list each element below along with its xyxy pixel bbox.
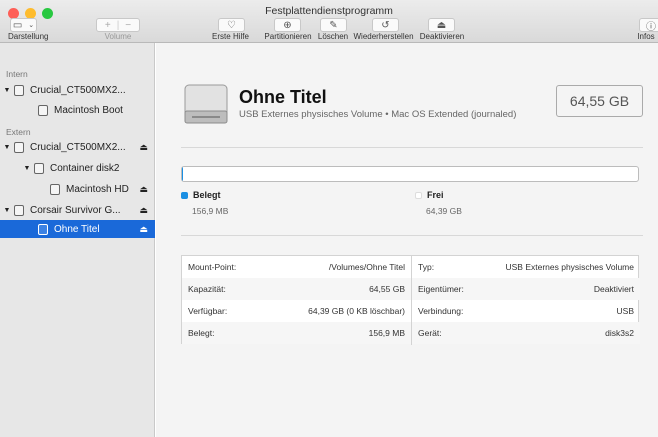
main-panel: Ohne Titel USB Externes physisches Volum… [156,43,658,437]
minus-icon: − [125,19,132,31]
title-bar: Festplattendienstprogramm ▭ ⌄ Darstellung… [0,0,658,43]
detail-label: Typ: [418,262,435,272]
deactivate-label: Deaktivieren [419,32,465,41]
sidebar-item-crucial-internal[interactable]: ▼ Crucial_CT500MX2... [0,81,155,99]
legend-free: Frei [415,190,444,200]
stethoscope-icon: ♡ [227,19,236,31]
sidebar-item-label: Container disk2 [50,162,120,174]
disclosure-triangle-icon[interactable]: ▼ [2,144,12,151]
sidebar-item-label: Corsair Survivor G... [30,204,121,216]
detail-label: Belegt: [188,328,215,338]
sidebar-section-internal: Intern [6,69,28,79]
detail-value: /Volumes/Ohne Titel [328,262,405,272]
first-aid-button[interactable]: ♡ [218,18,245,32]
details-table: Mount-Point: /Volumes/Ohne Titel Typ: US… [181,255,640,345]
detail-value: USB [616,306,634,316]
restore-button[interactable]: ↺ [372,18,399,32]
volume-subtitle: USB Externes physisches Volume • Mac OS … [239,109,517,120]
info-icon: ⓘ [646,21,656,33]
partition-label: Partitionieren [264,32,312,41]
external-disk-icon [14,141,24,153]
volume-disk-icon [38,104,48,116]
external-drive-icon [184,84,228,124]
erase-button[interactable]: ✎ [320,18,347,32]
sidebar-item-macintosh-boot[interactable]: Macintosh Boot [0,101,155,119]
internal-disk-icon [14,84,24,96]
detail-value: 156,9 MB [368,328,405,338]
external-disk-icon [14,204,24,216]
detail-value: 64,55 GB [369,284,405,294]
detail-label: Verbindung: [418,306,464,316]
partition-button[interactable]: ⊕ [274,18,301,32]
volume-disk-icon [50,183,60,195]
plus-icon: + [104,19,111,31]
detail-value: disk3s2 [605,328,634,338]
disclosure-triangle-icon[interactable]: ▼ [2,207,12,214]
sidebar-item-container-disk2[interactable]: ▼ Container disk2 [0,159,155,177]
sidebar-item-label: Macintosh Boot [54,104,123,116]
divider [181,147,643,148]
eject-icon[interactable]: ⏏ [139,224,148,235]
sidebar-item-label: Crucial_CT500MX2... [30,141,126,153]
volume-title: Ohne Titel [239,87,327,107]
sidebar-item-ohne-titel[interactable]: Ohne Titel ⏏ [0,220,155,238]
sidebar-item-label: Crucial_CT500MX2... [30,84,126,96]
detail-label: Verfügbar: [188,306,228,316]
sidebar-item-label: Macintosh HD [66,183,129,195]
window-title: Festplattendienstprogramm [265,5,393,17]
sidebar-icon: ▭ [12,19,23,31]
sidebar-item-corsair[interactable]: ▼ Corsair Survivor G... ⏏ [0,201,155,219]
eject-icon: ⏏ [436,19,447,31]
column-divider [411,256,412,345]
legend-used-value: 156,9 MB [192,206,229,216]
detail-label: Kapazität: [188,284,226,294]
sidebar-item-label: Ohne Titel [54,223,100,235]
view-label: Darstellung [8,32,49,41]
detail-label: Gerät: [418,328,442,338]
eject-icon[interactable]: ⏏ [139,142,148,153]
detail-value: USB Externes physisches Volume [505,262,634,272]
legend-used-label: Belegt [193,190,221,200]
legend-free-label: Frei [427,190,444,200]
first-aid-label: Erste Hilfe [212,32,249,41]
usage-bar-used [182,167,184,181]
sidebar-item-crucial-external[interactable]: ▼ Crucial_CT500MX2... ⏏ [0,138,155,156]
sidebar: Intern ▼ Crucial_CT500MX2... Macintosh B… [0,43,155,437]
info-label: Infos [637,32,655,41]
eject-icon[interactable]: ⏏ [139,205,148,216]
used-swatch [181,191,188,199]
volume-label: Volume [104,32,132,41]
restore-icon: ↺ [381,19,390,31]
free-swatch [415,191,422,199]
chevron-down-icon: ⌄ [28,22,35,29]
usage-bar [181,166,639,182]
erase-icon: ✎ [329,19,338,31]
detail-value: Deaktiviert [593,284,634,294]
detail-label: Eigentümer: [418,284,464,294]
volume-disk-icon [38,223,48,235]
divider [181,235,643,236]
view-button[interactable]: ▭ ⌄ [10,18,37,32]
legend-used: Belegt [181,190,221,200]
legend-free-value: 64,39 GB [426,206,462,216]
info-button[interactable]: ⓘ [639,18,658,33]
detail-label: Mount-Point: [188,262,237,272]
partition-icon: ⊕ [283,19,292,31]
detail-value: 64,39 GB (0 KB löschbar) [308,306,405,316]
restore-label: Wiederherstellen [353,32,414,41]
disclosure-triangle-icon[interactable]: ▼ [22,165,32,172]
disclosure-triangle-icon[interactable]: ▼ [2,87,12,94]
volume-add-remove[interactable]: + | − [96,18,140,32]
eject-icon[interactable]: ⏏ [139,184,148,195]
deactivate-button[interactable]: ⏏ [428,18,455,32]
container-disk-icon [34,162,44,174]
sidebar-section-external: Extern [6,127,31,137]
sidebar-item-macintosh-hd[interactable]: Macintosh HD ⏏ [0,180,155,198]
volume-size-badge: 64,55 GB [556,85,643,117]
